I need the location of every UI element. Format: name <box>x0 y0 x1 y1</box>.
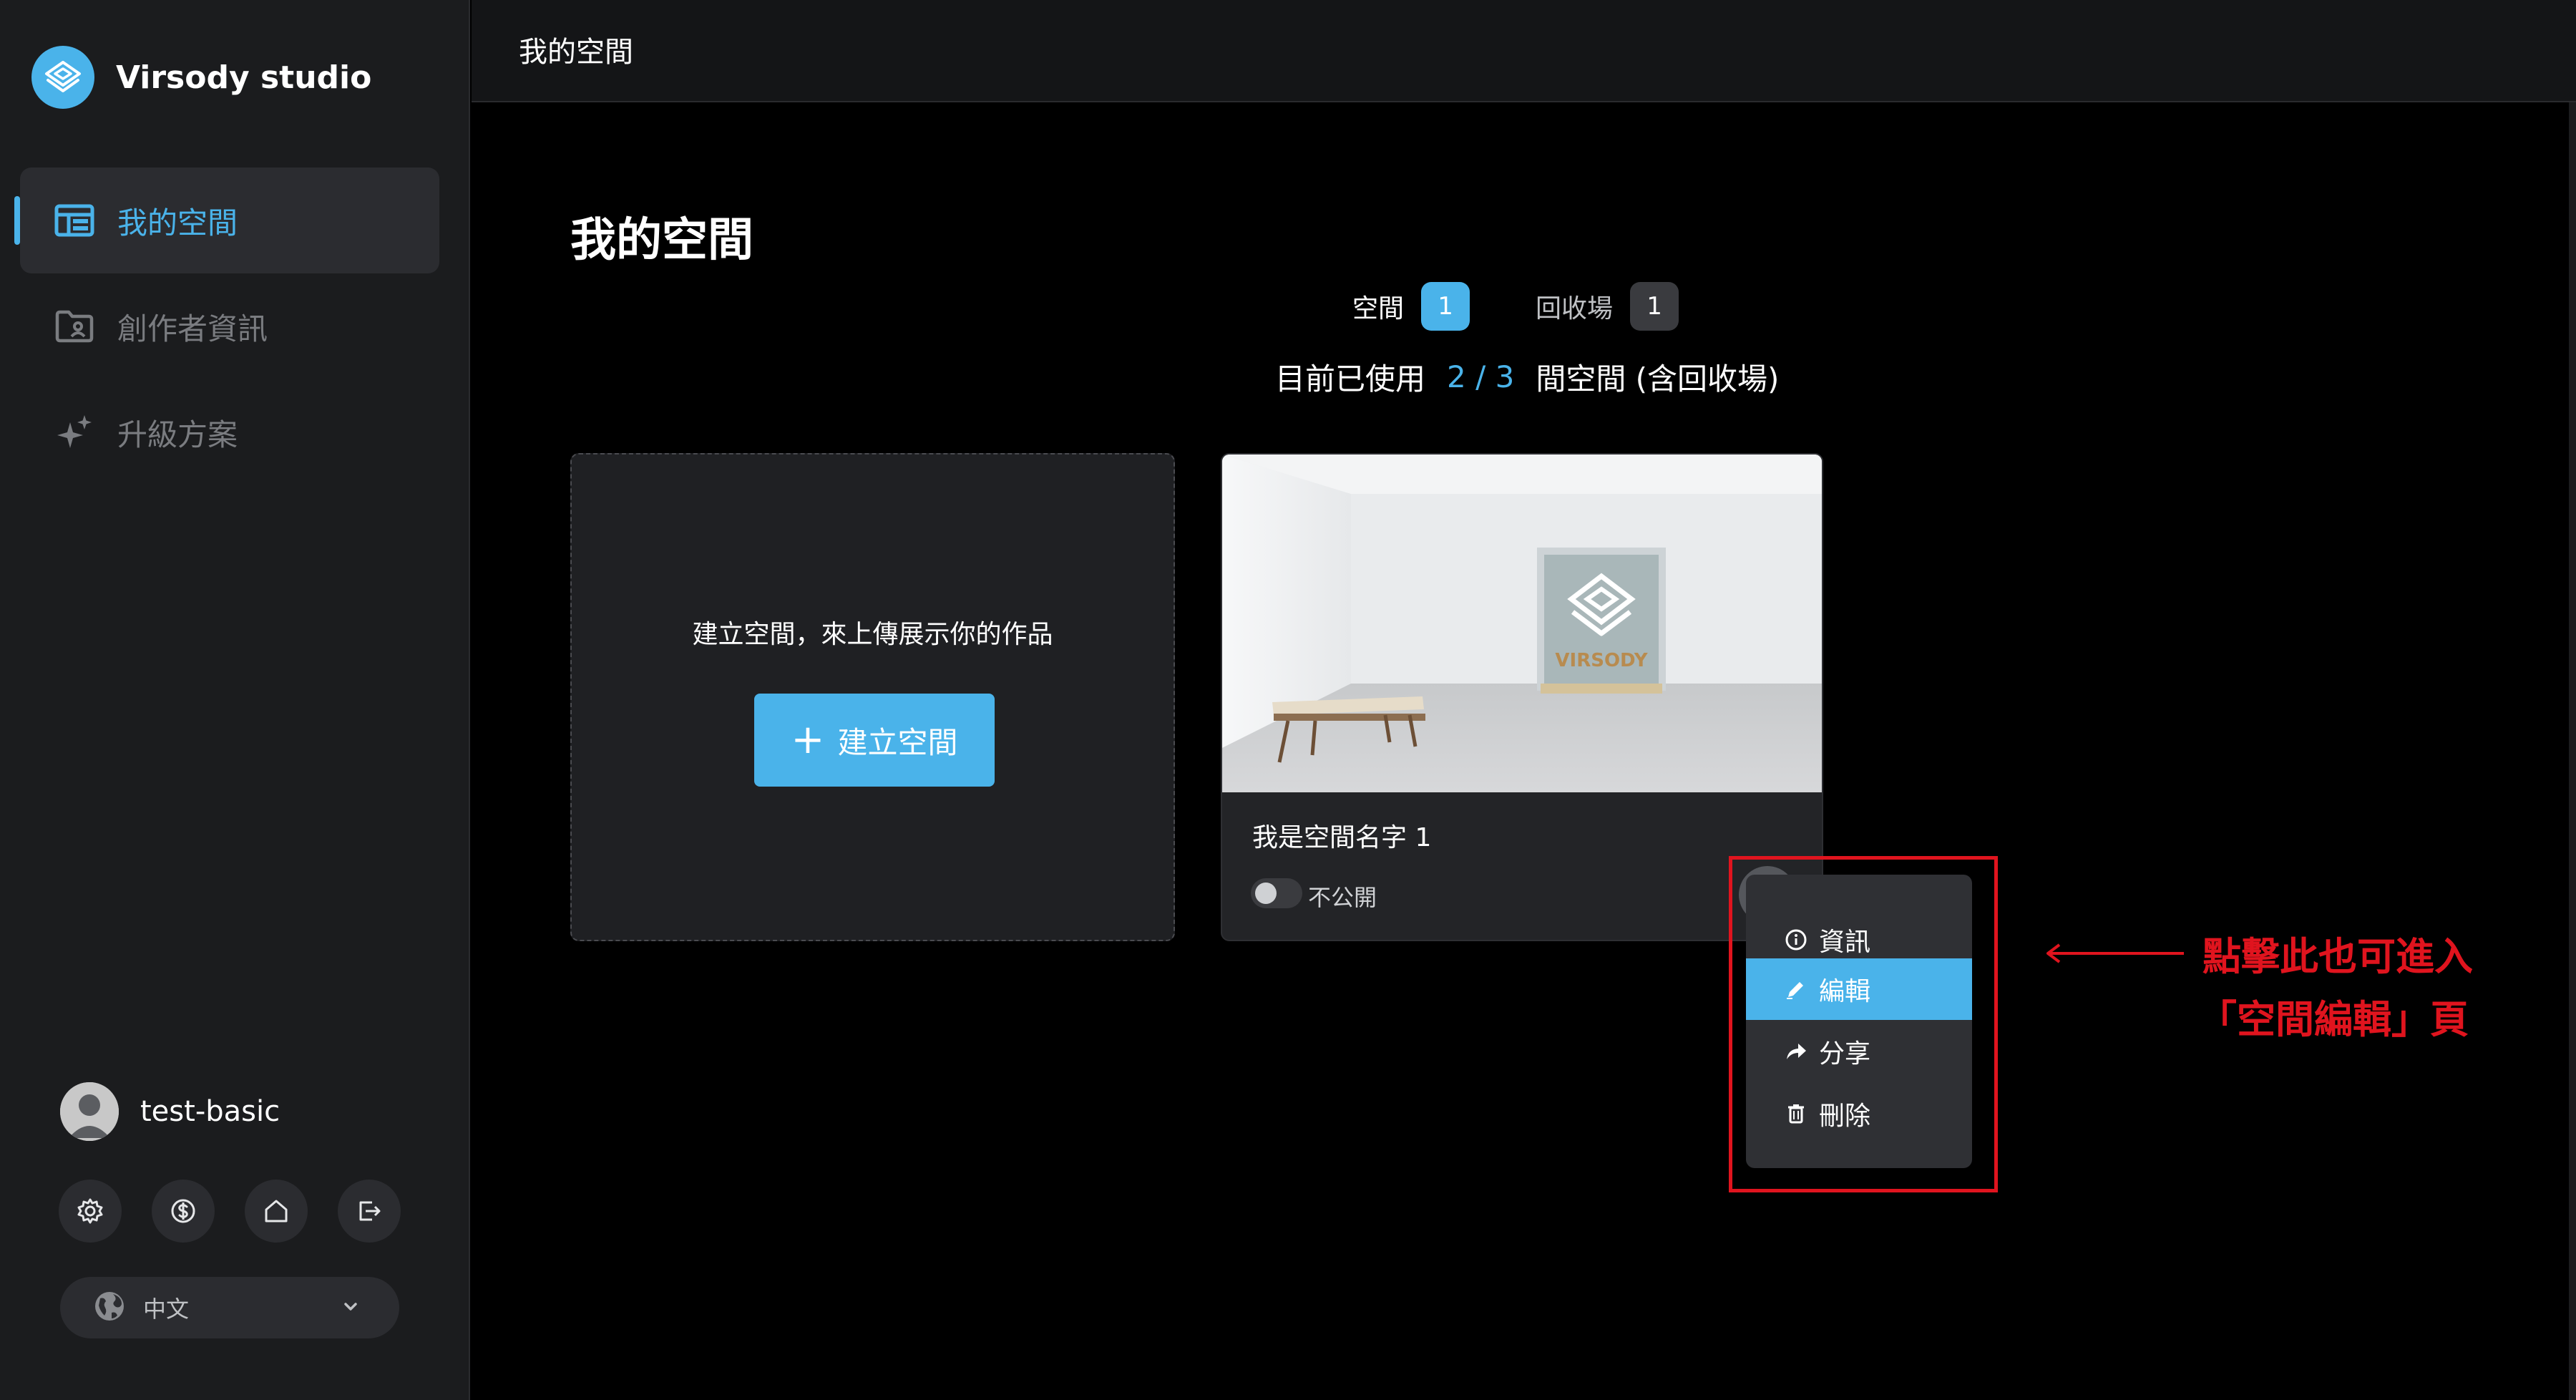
usage-suffix: 間空間 (含回收場) <box>1536 361 1780 397</box>
top-bar-title: 我的空間 <box>519 36 633 69</box>
visibility-toggle[interactable] <box>1251 878 1302 908</box>
logout-button[interactable] <box>338 1180 401 1243</box>
tab-label: 空間 <box>1352 294 1405 324</box>
annotation-highlight-box <box>1729 856 1998 1192</box>
sidebar-item-label: 我的空間 <box>117 205 238 240</box>
globe-icon <box>93 1290 126 1326</box>
sidebar-item-upgrade[interactable]: 升級方案 <box>20 379 439 485</box>
annotation-text-1: 點擊此也可進入 <box>2202 934 2473 979</box>
tab-recycle-bin[interactable]: 回收場 1 <box>1536 282 1679 331</box>
logout-icon <box>359 1201 381 1221</box>
chevron-down-icon <box>344 1303 357 1311</box>
home-icon <box>265 1200 288 1222</box>
right-edge-panel <box>2569 102 2576 1400</box>
home-button[interactable] <box>245 1180 308 1243</box>
sidebar-item-label: 升級方案 <box>117 417 238 452</box>
user-profile[interactable]: test-basic <box>60 1082 280 1141</box>
space-name: 我是空間名字 1 <box>1252 823 1432 852</box>
usage-value: 2 / 3 <box>1447 359 1515 394</box>
sidebar-item-label: 創作者資訊 <box>117 311 268 346</box>
settings-button[interactable] <box>59 1180 122 1243</box>
brand-name: Virsody studio <box>116 59 372 96</box>
settings-icon <box>77 1198 103 1224</box>
top-bar: 我的空間 <box>472 0 2576 102</box>
count-badge: 1 <box>1421 282 1470 331</box>
toggle-knob <box>1255 883 1277 904</box>
active-indicator <box>14 196 20 245</box>
tab-spaces[interactable]: 空間 1 <box>1352 282 1470 331</box>
billing-button[interactable] <box>152 1180 215 1243</box>
user-name: test-basic <box>140 1095 280 1128</box>
language-label: 中文 <box>143 1296 190 1323</box>
sidebar: Virsody studio 我的空間 創作者資訊 升級方案 test-basi… <box>0 0 470 1400</box>
thumbnail-logo-text: VIRSODY <box>1555 650 1648 671</box>
create-space-card: 建立空間，來上傳展示你的作品 + 建立空間 <box>570 453 1175 941</box>
sidebar-item-creator-info[interactable]: 創作者資訊 <box>20 273 439 379</box>
sparkles-icon <box>53 411 96 454</box>
plus-icon: + <box>791 716 825 763</box>
arrow-left-icon <box>2046 943 2184 963</box>
dollar-icon <box>171 1199 195 1223</box>
create-space-hint: 建立空間，來上傳展示你的作品 <box>692 620 1053 649</box>
tab-label: 回收場 <box>1536 294 1614 324</box>
create-space-button[interactable]: + 建立空間 <box>754 694 995 787</box>
space-dashboard-icon <box>53 199 96 242</box>
folder-user-icon <box>53 305 96 348</box>
count-badge: 1 <box>1630 282 1679 331</box>
sidebar-item-my-spaces[interactable]: 我的空間 <box>14 167 439 273</box>
avatar <box>60 1082 119 1141</box>
virsody-logo-icon <box>31 46 94 109</box>
app-window: Virsody studio 我的空間 創作者資訊 升級方案 test-basi… <box>0 0 2576 1400</box>
usage-summary: 目前已使用 2 / 3 間空間 (含回收場) <box>1275 355 1779 399</box>
page-title: 我的空間 <box>570 214 753 267</box>
brand[interactable]: Virsody studio <box>31 46 371 109</box>
annotation-line-1: 點擊此也可進入 <box>2044 925 2473 981</box>
create-space-button-label: 建立空間 <box>837 724 958 760</box>
annotation-text-2: 「空間編輯」頁 <box>2198 997 2469 1042</box>
usage-prefix: 目前已使用 <box>1275 361 1426 397</box>
visibility-label: 不公開 <box>1308 884 1377 911</box>
language-select[interactable]: 中文 <box>60 1277 399 1338</box>
space-thumbnail[interactable]: VIRSODY <box>1222 454 1822 792</box>
